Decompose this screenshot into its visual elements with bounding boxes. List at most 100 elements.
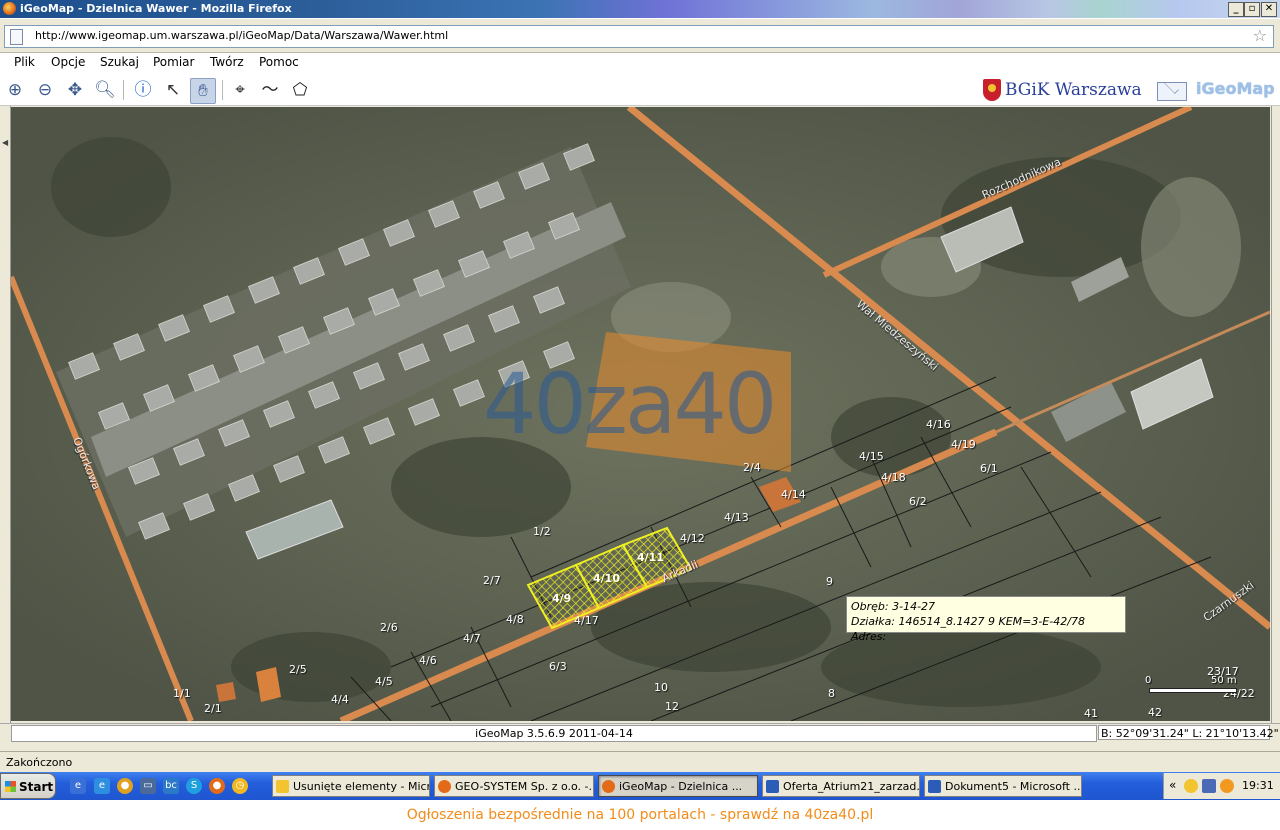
windows-logo-icon xyxy=(5,781,16,792)
firefox-icon xyxy=(3,2,16,15)
tray-expand-icon[interactable]: « xyxy=(1169,778,1176,792)
page-icon xyxy=(10,29,23,45)
menu-szukaj[interactable]: Szukaj xyxy=(100,55,139,69)
parcel-label[interactable]: 2/7 xyxy=(483,574,501,587)
parcel-label[interactable]: 2/6 xyxy=(380,621,398,634)
watermark-text: 40za40 xyxy=(483,355,777,453)
firefox-icon xyxy=(602,780,615,793)
collapse-arrow-icon[interactable]: ◀ xyxy=(2,138,8,147)
parcel-label[interactable]: 2/1 xyxy=(204,702,222,715)
parcel-label[interactable]: 6/3 xyxy=(549,660,567,673)
quicklaunch-clock-icon[interactable]: ◷ xyxy=(232,778,248,794)
parcel-label[interactable]: 10 xyxy=(654,681,668,694)
url-text[interactable]: http://www.igeomap.um.warszawa.pl/iGeoMa… xyxy=(35,29,448,42)
system-tray: « 19:31 xyxy=(1163,773,1280,799)
task-item[interactable]: GEO-SYSTEM Sp. z o.o. -... xyxy=(434,775,594,797)
tray-app-icon[interactable] xyxy=(1220,779,1234,793)
map-canvas[interactable]: 40za40 Rozchodnikowa Wał Miedzeszyński O… xyxy=(11,107,1270,721)
parcel-label[interactable]: 4/16 xyxy=(926,418,951,431)
parcel-label[interactable]: 2/4 xyxy=(743,461,761,474)
parcel-label[interactable]: 9 xyxy=(826,575,833,588)
parcel-label[interactable]: 42 xyxy=(1148,706,1162,719)
task-label: Oferta_Atrium21_zarzad... xyxy=(783,780,920,793)
menu-pomiar[interactable]: Pomiar xyxy=(153,55,194,69)
line-icon[interactable]: 〜 xyxy=(258,78,282,102)
divider xyxy=(0,742,1280,751)
igeomap-logo[interactable]: iGeoMap xyxy=(1196,79,1275,98)
parcel-label[interactable]: 4/19 xyxy=(951,438,976,451)
quicklaunch-firefox-icon[interactable]: ● xyxy=(209,778,225,794)
parcel-label[interactable]: 4/4 xyxy=(331,693,349,706)
tray-network-icon[interactable] xyxy=(1202,779,1216,793)
parcel-label[interactable]: 6/1 xyxy=(980,462,998,475)
parcel-label[interactable]: 4/17 xyxy=(574,614,599,627)
menu-pomoc[interactable]: Pomoc xyxy=(259,55,299,69)
zoom-out-icon[interactable]: ⊖ xyxy=(33,78,57,102)
parcel-label[interactable]: 4/6 xyxy=(419,654,437,667)
window-title-bar[interactable]: iGeoMap - Dzielnica Wawer - Mozilla Fire… xyxy=(0,0,1280,18)
parcel-label[interactable]: 8 xyxy=(828,687,835,700)
task-item-active[interactable]: iGeoMap - Dzielnica ... xyxy=(598,775,758,797)
info-icon[interactable]: ⓘ xyxy=(131,78,155,102)
tray-clock-icon[interactable] xyxy=(1184,779,1198,793)
recycle-icon xyxy=(276,780,289,793)
parcel-label[interactable]: 4/12 xyxy=(680,532,705,545)
quicklaunch-desktop-icon[interactable]: ▭ xyxy=(140,778,156,794)
parcel-label[interactable]: 4/15 xyxy=(859,450,884,463)
close-button[interactable]: ✕ xyxy=(1261,2,1277,17)
quicklaunch-media-icon[interactable]: ● xyxy=(117,778,133,794)
tooltip-parcel: Działka: 146514_8.1427 9 KEM=3-E-42/78 A… xyxy=(851,615,1085,643)
clock: 19:31 xyxy=(1242,779,1274,792)
firefox-icon xyxy=(438,780,451,793)
parcel-label[interactable]: 4/8 xyxy=(506,613,524,626)
task-item[interactable]: Usunięte elementy - Micr... xyxy=(272,775,430,797)
parcel-label[interactable]: 4/5 xyxy=(375,675,393,688)
parcel-label[interactable]: 4/7 xyxy=(463,632,481,645)
parcel-label[interactable]: 6/2 xyxy=(909,495,927,508)
scale-end-label: 50 m xyxy=(1211,675,1237,686)
warsaw-crest-icon xyxy=(983,79,1001,101)
quicklaunch-app-icon[interactable]: bc xyxy=(163,778,179,794)
polygon-icon[interactable]: ⬠ xyxy=(288,78,312,102)
start-button[interactable]: Start xyxy=(0,773,56,799)
parcel-label[interactable]: 12 xyxy=(665,700,679,713)
task-item[interactable]: Dokument5 - Microsoft ... xyxy=(924,775,1082,797)
quicklaunch-ie-icon[interactable]: e xyxy=(70,778,86,794)
parcel-label[interactable]: 4/14 xyxy=(781,488,806,501)
url-field[interactable]: http://www.igeomap.um.warszawa.pl/iGeoMa… xyxy=(4,25,1274,48)
status-text: Zakończono xyxy=(6,756,73,769)
parcel-label[interactable]: 2/5 xyxy=(289,663,307,676)
parcel-label[interactable]: 4/13 xyxy=(724,511,749,524)
task-item[interactable]: Oferta_Atrium21_zarzad... xyxy=(762,775,920,797)
parcel-label[interactable]: 41 xyxy=(1084,707,1098,720)
select-arrow-icon[interactable]: ↖ xyxy=(161,78,185,102)
window-title: iGeoMap - Dzielnica Wawer - Mozilla Fire… xyxy=(20,2,292,15)
parcel-label[interactable]: 1/2 xyxy=(533,525,551,538)
pan-arrows-icon[interactable]: ✥ xyxy=(63,78,87,102)
mail-icon[interactable] xyxy=(1157,82,1187,101)
quicklaunch-skype-icon[interactable]: S xyxy=(186,778,202,794)
promo-banner[interactable]: Ogłoszenia bezpośrednie na 100 portalach… xyxy=(0,800,1280,830)
menu-plik[interactable]: Plik xyxy=(14,55,35,69)
menu-tworz[interactable]: Twórz xyxy=(210,55,244,69)
zoom-window-icon[interactable]: 🔍︎ xyxy=(93,78,117,102)
hand-icon[interactable]: ✋︎ xyxy=(190,78,216,104)
parcel-label-highlighted[interactable]: 4/11 xyxy=(637,551,664,564)
parcel-label-highlighted[interactable]: 4/9 xyxy=(552,592,571,605)
menu-opcje[interactable]: Opcje xyxy=(51,55,85,69)
maximize-button[interactable]: ▫ xyxy=(1244,2,1260,17)
parcel-label-highlighted[interactable]: 4/10 xyxy=(593,572,620,585)
bgik-title: BGiK Warszawa xyxy=(1005,80,1142,100)
minimize-button[interactable]: _ xyxy=(1228,2,1244,17)
crosshair-icon[interactable]: ⌖ xyxy=(228,78,252,102)
parcel-label[interactable]: 1/1 xyxy=(173,687,191,700)
star-icon[interactable]: ☆ xyxy=(1253,26,1267,45)
zoom-in-icon[interactable]: ⊕ xyxy=(3,78,27,102)
quicklaunch-browser-icon[interactable]: e xyxy=(94,778,110,794)
bgik-logo[interactable]: BGiK Warszawa xyxy=(983,78,1153,102)
parcel-label[interactable]: 4/18 xyxy=(881,471,906,484)
task-label: GEO-SYSTEM Sp. z o.o. -... xyxy=(455,780,594,793)
word-icon xyxy=(928,780,941,793)
map-status-bar: iGeoMap 3.5.6.9 2011-04-14 B: 52°09'31.2… xyxy=(0,723,1280,742)
side-panel-toggle[interactable]: ◀ xyxy=(0,106,11,723)
